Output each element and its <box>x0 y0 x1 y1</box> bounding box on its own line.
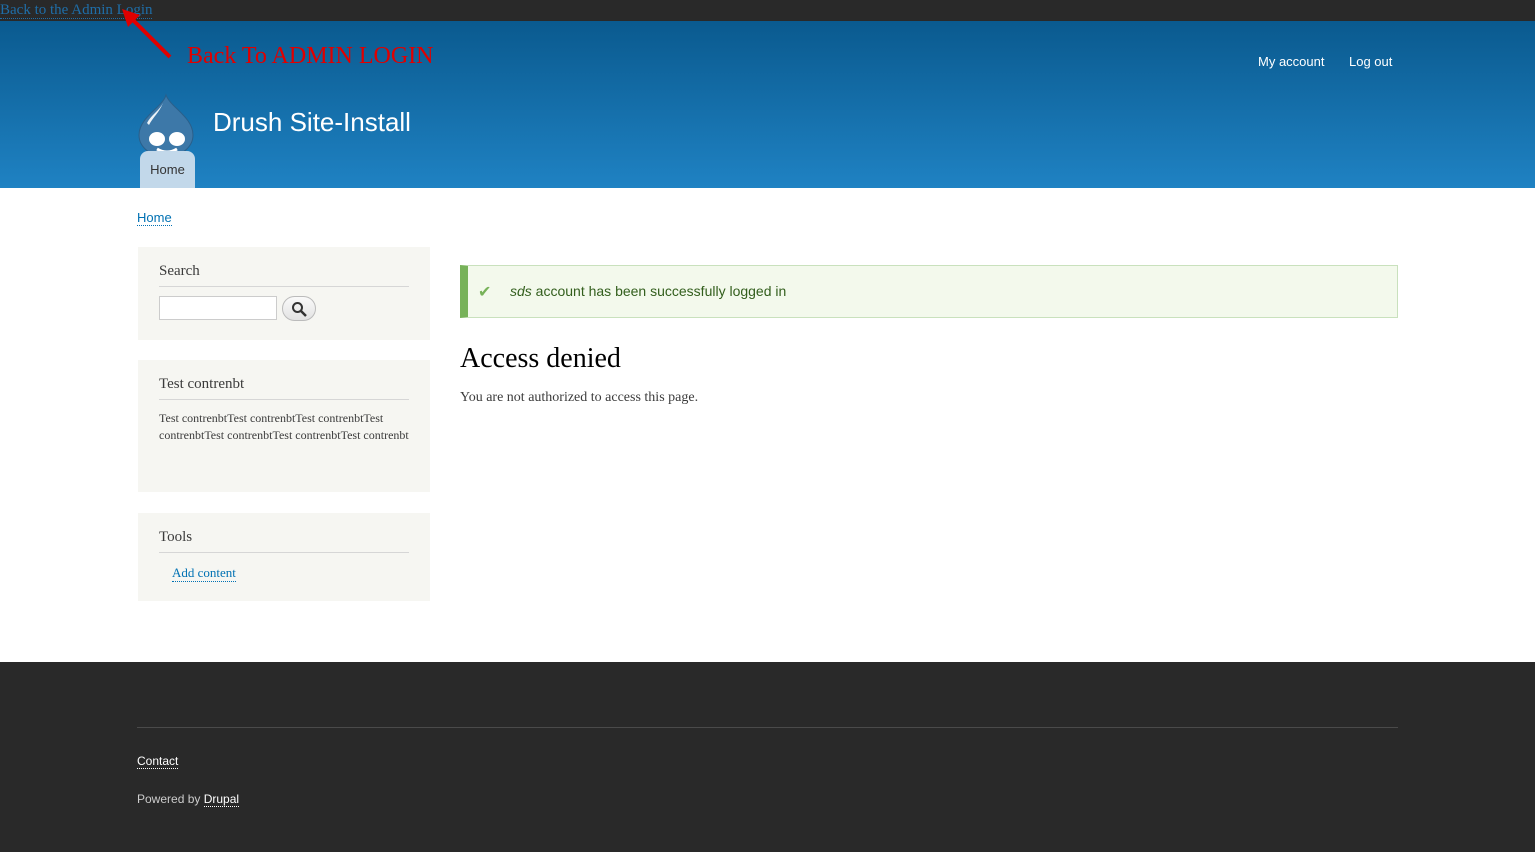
search-block-title: Search <box>159 263 409 287</box>
page-body: You are not authorized to access this pa… <box>460 390 699 405</box>
tab-home[interactable]: Home <box>140 151 195 188</box>
page-title: Access denied <box>460 343 621 374</box>
test-block: Test contrenbt Test contrenbtTest contre… <box>138 360 430 492</box>
log-out-link[interactable]: Log out <box>1349 54 1392 69</box>
annotation-label: Back To ADMIN LOGIN <box>187 43 434 69</box>
site-name[interactable]: Drush Site-Install <box>213 107 411 138</box>
search-button[interactable] <box>282 296 316 321</box>
footer: Contact Powered by Drupal <box>0 662 1535 852</box>
my-account-link[interactable]: My account <box>1258 54 1324 69</box>
contact-link[interactable]: Contact <box>137 754 179 769</box>
test-block-body: Test contrenbtTest contrenbtTest contren… <box>159 411 409 442</box>
powered-by-text: Powered by <box>137 792 204 806</box>
tools-block: Tools Add content <box>138 513 430 601</box>
message-text: account has been successfully logged in <box>531 283 787 299</box>
drupal-link[interactable]: Drupal <box>203 792 240 807</box>
status-message: ✔ sds account has been successfully logg… <box>460 265 1398 318</box>
breadcrumb-home[interactable]: Home <box>137 210 172 226</box>
search-icon <box>292 302 307 317</box>
tools-block-title: Tools <box>159 529 409 553</box>
check-icon: ✔ <box>478 284 492 301</box>
footer-divider <box>137 727 1398 728</box>
message-username: sds <box>510 283 532 299</box>
annotation-arrow-icon <box>122 9 172 59</box>
top-bar: Back to the Admin Login <box>0 0 1535 21</box>
search-input[interactable] <box>159 296 277 320</box>
search-block: Search <box>138 247 430 340</box>
test-block-title: Test contrenbt <box>159 376 409 400</box>
add-content-link[interactable]: Add content <box>172 565 236 582</box>
